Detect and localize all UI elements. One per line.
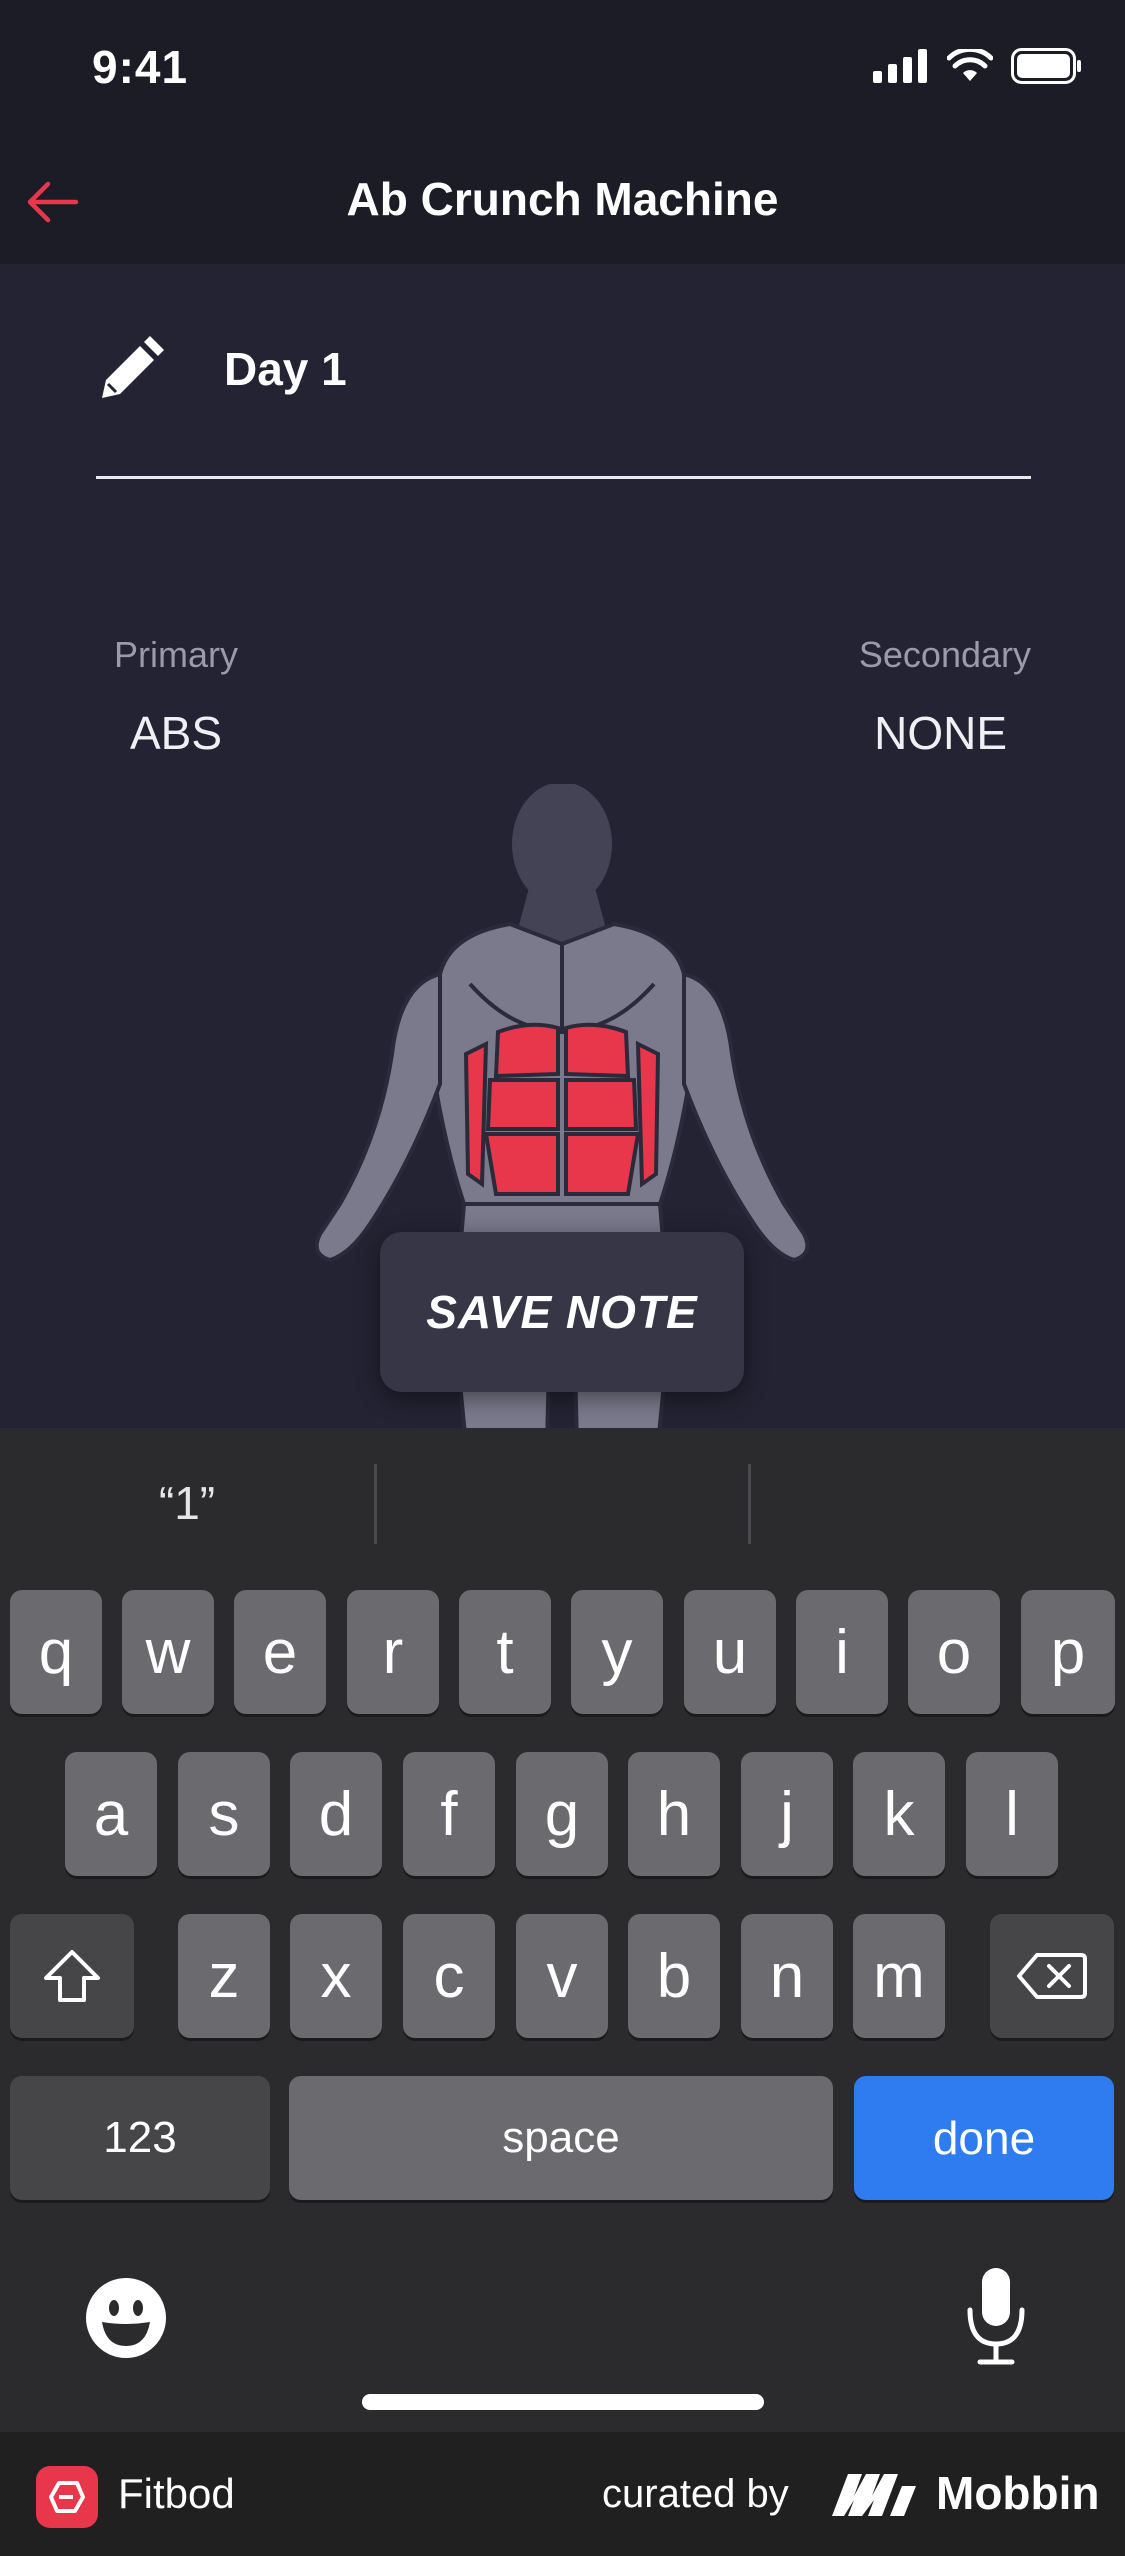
primary-value: ABS	[130, 707, 223, 759]
key-a[interactable]: a	[65, 1752, 157, 1876]
brand-name: Mobbin	[936, 2467, 1100, 2519]
key-m[interactable]: m	[853, 1914, 945, 2038]
key-t[interactable]: t	[459, 1590, 551, 1714]
secondary-value: NONE	[874, 707, 1007, 759]
key-o[interactable]: o	[908, 1590, 1000, 1714]
exercise-note-panel: Primary ABS Secondary NONE	[0, 264, 1125, 1428]
key-f[interactable]: f	[403, 1752, 495, 1876]
home-indicator	[362, 2394, 764, 2410]
key-z[interactable]: z	[178, 1914, 270, 2038]
key-i[interactable]: i	[796, 1590, 888, 1714]
delete-key[interactable]	[990, 1914, 1114, 2038]
space-key[interactable]: space	[289, 2076, 833, 2200]
key-g[interactable]: g	[516, 1752, 608, 1876]
key-b[interactable]: b	[628, 1914, 720, 2038]
status-icons	[873, 48, 1083, 84]
key-s[interactable]: s	[178, 1752, 270, 1876]
key-x[interactable]: x	[290, 1914, 382, 2038]
done-key[interactable]: done	[854, 2076, 1114, 2200]
secondary-muscle: Secondary NONE	[859, 634, 1031, 760]
wifi-icon	[947, 49, 993, 81]
key-d[interactable]: d	[290, 1752, 382, 1876]
page-title: Ab Crunch Machine	[346, 173, 779, 225]
key-n[interactable]: n	[741, 1914, 833, 2038]
key-k[interactable]: k	[853, 1752, 945, 1876]
secondary-label: Secondary	[858, 634, 1031, 675]
curated-by-label: curated by	[602, 2472, 789, 2516]
note-row	[94, 334, 1030, 446]
status-bar: 9:41	[0, 0, 1125, 140]
key-c[interactable]: c	[403, 1914, 495, 2038]
key-r[interactable]: r	[347, 1590, 439, 1714]
note-input[interactable]	[224, 334, 1004, 404]
key-h[interactable]: h	[628, 1752, 720, 1876]
footer-attribution: Fitbod curated by Mobbin	[0, 2432, 1125, 2556]
nav-bar: Ab Crunch Machine	[0, 140, 1125, 264]
note-underline	[96, 476, 1031, 479]
key-j[interactable]: j	[741, 1752, 833, 1876]
signal-icon	[873, 49, 927, 83]
app-name: Fitbod	[118, 2470, 235, 2517]
suggestion-3[interactable]	[751, 1428, 1125, 1578]
status-time: 9:41	[92, 41, 189, 93]
key-p[interactable]: p	[1021, 1590, 1115, 1714]
mobbin-logo-icon	[832, 2474, 916, 2516]
primary-muscle: Primary ABS	[114, 634, 238, 760]
suggestion-1[interactable]: “1”	[0, 1428, 374, 1578]
key-u[interactable]: u	[684, 1590, 776, 1714]
save-note-button[interactable]: SAVE NOTE	[380, 1232, 744, 1392]
microphone-icon[interactable]	[964, 2264, 1028, 2368]
battery-icon	[1011, 48, 1081, 84]
numbers-key[interactable]: 123	[10, 2076, 270, 2200]
backspace-icon	[1017, 1953, 1087, 1999]
suggestion-bar: “1”	[0, 1428, 1125, 1578]
key-w[interactable]: w	[122, 1590, 214, 1714]
fitbod-logo-icon	[36, 2466, 98, 2528]
key-l[interactable]: l	[966, 1752, 1058, 1876]
shift-icon	[44, 1950, 100, 2002]
emoji-icon[interactable]	[84, 2276, 168, 2360]
key-e[interactable]: e	[234, 1590, 326, 1714]
key-v[interactable]: v	[516, 1914, 608, 2038]
key-y[interactable]: y	[571, 1590, 663, 1714]
keyboard: “1” q w e r t y u i o p a s d f g h j k …	[0, 1428, 1125, 2432]
key-q[interactable]: q	[10, 1590, 102, 1714]
shift-key[interactable]	[10, 1914, 134, 2038]
primary-label: Primary	[114, 634, 238, 675]
pencil-icon	[102, 336, 164, 398]
suggestion-2[interactable]	[377, 1428, 751, 1578]
